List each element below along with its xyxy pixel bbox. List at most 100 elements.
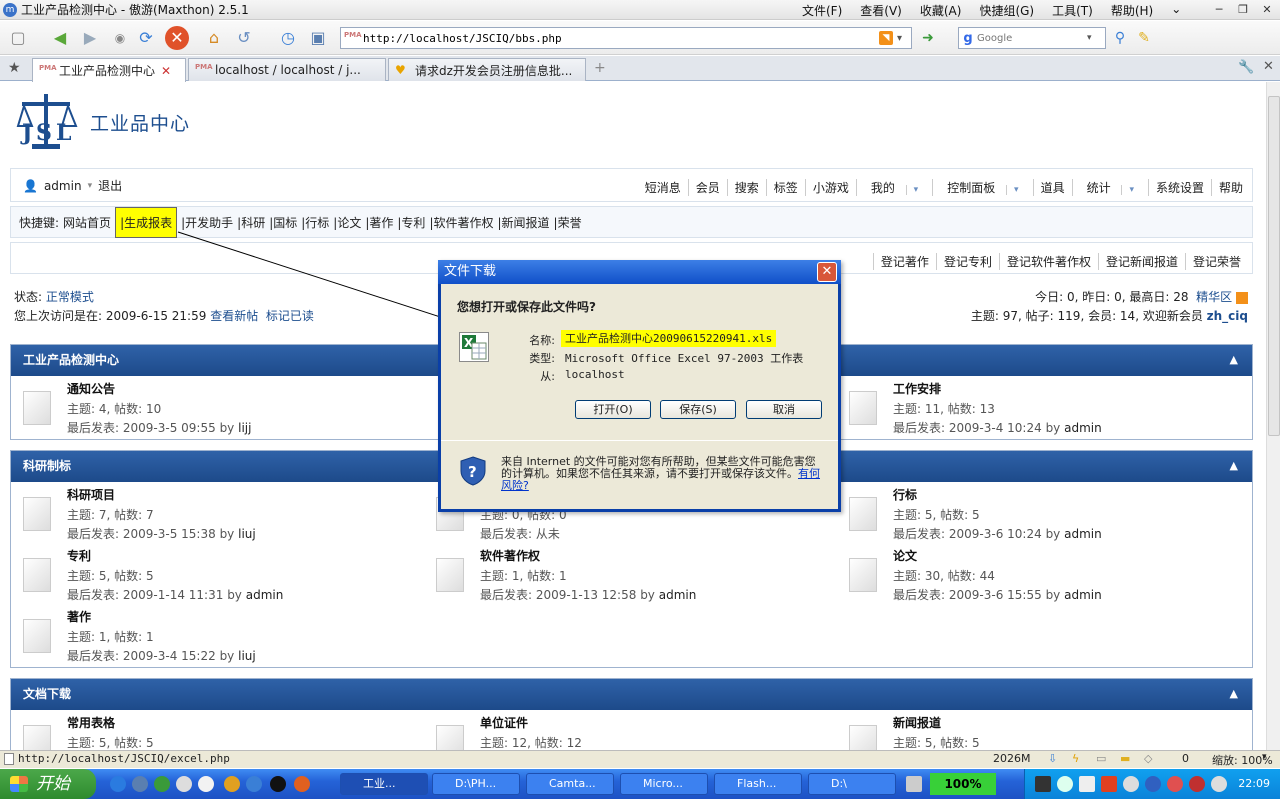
forum-name[interactable]: 专利 <box>67 547 91 564</box>
tab-active[interactable]: PMA 工业产品检测中心 ✕ <box>32 58 186 82</box>
username[interactable]: admin <box>44 179 82 193</box>
qq-icon[interactable] <box>198 776 214 792</box>
register-works[interactable]: 登记著作 <box>872 253 936 270</box>
mouse-icon[interactable] <box>176 776 192 792</box>
forum-item[interactable]: 著作 主题: 1, 帖数: 1 最后发表: 2009-3-4 15:22 by … <box>11 605 411 663</box>
vertical-scrollbar[interactable] <box>1266 82 1280 750</box>
forum-last-user[interactable]: admin <box>1064 421 1102 435</box>
collapse-icon[interactable]: ▲ <box>1230 679 1238 709</box>
taskbar-item-browser[interactable]: 工业... <box>340 773 428 795</box>
new-tab-icon[interactable]: + <box>594 60 606 76</box>
scrollbar-thumb[interactable] <box>1268 96 1280 436</box>
register-honor[interactable]: 登记荣誉 <box>1184 253 1248 270</box>
battery-icon[interactable] <box>1035 776 1051 792</box>
quick-research[interactable]: |科研 <box>235 214 267 231</box>
forum-name[interactable]: 单位证件 <box>480 714 528 731</box>
forum-name[interactable]: 科研项目 <box>67 486 115 503</box>
forum-name[interactable]: 新闻报道 <box>893 714 941 731</box>
section-title[interactable]: 工业产品检测中心 <box>23 353 119 367</box>
search-input[interactable] <box>977 32 1087 44</box>
forum-name[interactable]: 论文 <box>893 547 917 564</box>
new-member-link[interactable]: zh_ciq <box>1207 309 1248 323</box>
chrome-icon[interactable] <box>224 776 240 792</box>
lock-icon[interactable]: ▭ <box>1096 752 1106 765</box>
menu-help[interactable]: 帮助(H) <box>1102 2 1162 19</box>
download-icon[interactable]: ⇩ <box>1048 752 1057 765</box>
memory-usage[interactable]: 2026M <box>993 752 1031 765</box>
nav-stats[interactable]: 统计 ▾ <box>1071 179 1148 196</box>
taskbar-item-folder[interactable]: D:\PH... <box>432 773 520 795</box>
section-title[interactable]: 文档下载 <box>23 687 71 701</box>
quick-news[interactable]: |新闻报道 <box>495 214 551 231</box>
menu-groups[interactable]: 快捷组(G) <box>970 2 1043 19</box>
volume-icon[interactable] <box>1211 776 1227 792</box>
clock-icon[interactable]: ◷ <box>276 26 300 50</box>
forum-name[interactable]: 通知公告 <box>67 380 115 397</box>
folder-icon[interactable]: ▬ <box>1120 752 1130 765</box>
start-button[interactable]: 开始 <box>0 769 96 799</box>
forum-last-user[interactable]: admin <box>1064 527 1102 541</box>
search-box[interactable]: g ▾ <box>958 27 1106 49</box>
forum-name[interactable]: 常用表格 <box>67 714 115 731</box>
close-icon[interactable]: ✕ <box>161 64 171 78</box>
quick-patents[interactable]: |专利 <box>395 214 427 231</box>
section-title[interactable]: 科研制标 <box>23 459 71 473</box>
nav-control-panel[interactable]: 控制面板 ▾ <box>932 179 1032 196</box>
forum-item[interactable]: 软件著作权 主题: 1, 帖数: 1 最后发表: 2009-1-13 12:58… <box>424 544 824 602</box>
forum-last-user[interactable]: admin <box>659 588 697 602</box>
firefox-icon[interactable] <box>294 776 310 792</box>
history-dropdown-icon[interactable]: ◉ <box>108 26 132 50</box>
taskbar-item-camtasia[interactable]: Camta... <box>526 773 614 795</box>
nav-settings[interactable]: 系统设置 <box>1147 179 1211 196</box>
close-tab-icon[interactable]: ✕ <box>1263 59 1274 74</box>
menu-view[interactable]: 查看(V) <box>851 2 911 19</box>
nav-members[interactable]: 会员 <box>687 179 727 196</box>
flash-icon[interactable] <box>154 776 170 792</box>
collapse-icon[interactable]: ▲ <box>1230 451 1238 481</box>
cancel-button[interactable]: 取消 <box>746 400 822 419</box>
refresh-icon[interactable]: ⟳ <box>134 26 158 50</box>
tab-phpmyadmin[interactable]: PMA localhost / localhost / j... <box>188 58 386 81</box>
menu-file[interactable]: 文件(F) <box>793 2 851 19</box>
bluetooth-icon[interactable] <box>1145 776 1161 792</box>
taskbar-item-drive[interactable]: D:\ <box>808 773 896 795</box>
close-icon[interactable]: ✕ <box>817 262 837 282</box>
forum-item[interactable]: 新闻报道 主题: 5, 帖数: 5 <box>837 711 1237 750</box>
minimize-icon[interactable]: ─ <box>1208 1 1230 18</box>
digest-link[interactable]: 精华区 <box>1196 290 1232 304</box>
chevron-down-icon[interactable]: ▾ <box>1087 33 1092 43</box>
ie-icon[interactable] <box>110 776 126 792</box>
register-patent[interactable]: 登记专利 <box>935 253 999 270</box>
quick-software-copyright[interactable]: |软件著作权 <box>427 214 495 231</box>
forum-last-user[interactable]: admin <box>246 588 284 602</box>
highlight-icon[interactable]: ✎ <box>1132 26 1156 50</box>
security-icon[interactable] <box>1167 776 1183 792</box>
quick-papers[interactable]: |论文 <box>331 214 363 231</box>
maxthon-icon[interactable] <box>132 776 148 792</box>
menu-favorites[interactable]: 收藏(A) <box>911 2 971 19</box>
chevron-down-icon[interactable]: ⌄ <box>1162 2 1190 19</box>
nav-help[interactable]: 帮助 <box>1210 179 1250 196</box>
display-icon[interactable] <box>1079 776 1095 792</box>
forum-last-user[interactable]: liuj <box>238 527 256 541</box>
nav-my[interactable]: 我的 ▾ <box>855 179 932 196</box>
stop-icon[interactable]: ✕ <box>165 26 189 50</box>
forum-item[interactable]: 常用表格 主题: 5, 帖数: 5 <box>11 711 411 750</box>
layers-icon[interactable]: ◇ <box>1144 752 1152 765</box>
back-icon[interactable]: ◀ <box>48 26 72 50</box>
register-news[interactable]: 登记新闻报道 <box>1097 253 1185 270</box>
quick-national-standard[interactable]: |国标 <box>267 214 299 231</box>
qq-penguin-icon[interactable] <box>270 776 286 792</box>
forum-name[interactable]: 行标 <box>893 486 917 503</box>
quick-works[interactable]: |著作 <box>363 214 395 231</box>
nav-messages[interactable]: 短消息 <box>638 179 688 196</box>
lightning-icon[interactable]: ϟ <box>1072 752 1079 765</box>
tab-dz-request[interactable]: ♥ 请求dz开发会员注册信息批... <box>388 58 586 81</box>
chevron-down-icon[interactable]: ▾ <box>897 33 911 44</box>
forum-item[interactable]: 论文 主题: 30, 帖数: 44 最后发表: 2009-3-6 15:55 b… <box>837 544 1237 602</box>
rss-icon[interactable] <box>1236 291 1248 304</box>
app-tray-icon[interactable] <box>1189 776 1205 792</box>
collapse-icon[interactable]: ▲ <box>1230 345 1238 375</box>
open-button[interactable]: 打开(O) <box>575 400 651 419</box>
undo-close-icon[interactable]: ↺ <box>232 26 256 50</box>
